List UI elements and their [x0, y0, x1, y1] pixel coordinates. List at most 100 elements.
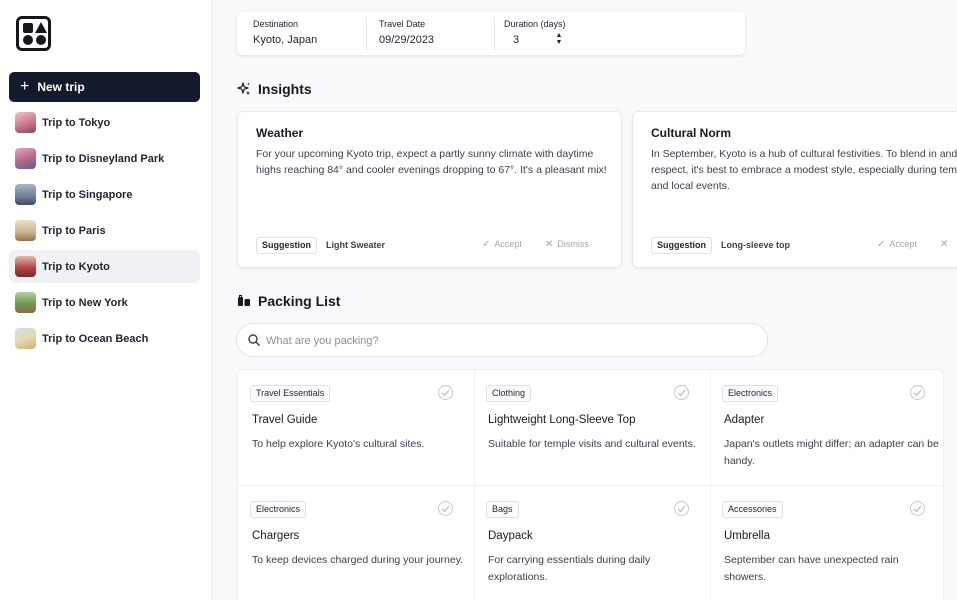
sidebar-item-label: Trip to Singapore	[42, 188, 133, 201]
packed-checkbox[interactable]	[674, 501, 689, 516]
travel-date-field[interactable]: Travel Date 09/29/2023	[366, 17, 494, 50]
sidebar-item-label: Trip to Disneyland Park	[42, 152, 165, 165]
check-icon: ✓	[877, 239, 886, 250]
item-description: To keep devices charged during your jour…	[252, 554, 464, 566]
travel-date-label: Travel Date	[379, 19, 426, 29]
trip-thumbnail	[15, 148, 36, 169]
suggestion-value: Long-sleeve top	[721, 240, 791, 250]
trip-thumbnail	[15, 184, 36, 205]
app-logo-icon[interactable]	[16, 16, 51, 51]
new-trip-label: New trip	[37, 80, 85, 94]
dismiss-button[interactable]: ✕ Dismiss	[545, 239, 589, 250]
packing-item: Electronics Adapter Japan's outlets migh…	[710, 370, 946, 486]
close-icon: ✕	[545, 239, 554, 250]
category-badge: Travel Essentials	[250, 385, 331, 402]
destination-field[interactable]: Destination Kyoto, Japan	[237, 12, 365, 55]
plus-icon: +	[20, 78, 30, 95]
trip-thumbnail	[15, 112, 36, 133]
suggestion-badge: Suggestion	[651, 237, 712, 254]
trip-thumbnail	[15, 220, 36, 241]
trip-thumbnail	[15, 328, 36, 349]
trip-filter-bar: Destination Kyoto, Japan Travel Date 09/…	[237, 12, 745, 55]
packed-checkbox[interactable]	[910, 385, 925, 400]
packing-list-title: Packing List	[258, 293, 341, 309]
sidebar: + New trip Trip to Tokyo Trip to Disneyl…	[0, 0, 212, 600]
insights-title: Insights	[258, 81, 312, 97]
packed-checkbox[interactable]	[438, 385, 453, 400]
packed-checkbox[interactable]	[674, 385, 689, 400]
trip-thumbnail	[15, 256, 36, 277]
packing-search-input[interactable]	[266, 332, 746, 350]
check-icon	[441, 505, 450, 513]
insight-title: Cultural Norm	[651, 126, 732, 140]
packing-grid: Travel Essentials Travel Guide To help e…	[237, 369, 946, 600]
packing-item: Travel Essentials Travel Guide To help e…	[238, 370, 474, 486]
search-icon	[248, 334, 260, 346]
accept-button[interactable]: ✓ Accept	[482, 239, 522, 250]
insight-body: In September, Kyoto is a hub of cultural…	[651, 148, 957, 192]
item-title: Adapter	[724, 414, 765, 426]
sparkles-icon	[237, 82, 250, 95]
packing-search	[236, 323, 768, 357]
check-icon	[441, 389, 450, 397]
travel-date-value: 09/29/2023	[379, 34, 435, 46]
packing-item: Clothing Lightweight Long-Sleeve Top Sui…	[474, 370, 710, 486]
insight-card-cultural-norm: Cultural Norm In September, Kyoto is a h…	[632, 111, 957, 268]
sidebar-item-paris[interactable]: Trip to Paris	[9, 214, 200, 247]
check-icon	[677, 505, 686, 513]
accept-label: Accept	[494, 239, 522, 249]
item-description: For carrying essentials during daily exp…	[488, 554, 651, 583]
item-description: September can have unexpected rain showe…	[724, 554, 899, 583]
dismiss-label: Dismiss	[557, 239, 589, 249]
suggestion-badge: Suggestion	[256, 237, 317, 254]
packed-checkbox[interactable]	[910, 501, 925, 516]
check-icon	[913, 505, 922, 513]
sidebar-item-label: Trip to Kyoto	[42, 260, 110, 273]
destination-value: Kyoto, Japan	[253, 34, 318, 46]
item-title: Umbrella	[724, 530, 771, 542]
sidebar-item-tokyo[interactable]: Trip to Tokyo	[9, 106, 200, 139]
item-title: Daypack	[488, 530, 533, 542]
insight-card-weather: Weather For your upcoming Kyoto trip, ex…	[237, 111, 622, 268]
accept-button[interactable]: ✓ Accept	[877, 239, 917, 250]
duration-value: 3	[513, 34, 520, 46]
item-description: Japan's outlets might differ; an adapter…	[724, 438, 939, 467]
close-icon: ✕	[940, 239, 949, 250]
category-badge: Clothing	[486, 385, 532, 402]
sidebar-item-kyoto[interactable]: Trip to Kyoto	[9, 250, 200, 283]
luggage-icon	[238, 295, 250, 306]
trip-list: Trip to Tokyo Trip to Disneyland Park Tr…	[9, 106, 200, 358]
packed-checkbox[interactable]	[438, 501, 453, 516]
category-badge: Accessories	[722, 501, 783, 518]
packing-list-heading: Packing List	[237, 293, 340, 309]
insights-heading: Insights	[237, 81, 312, 97]
dismiss-button[interactable]: ✕	[940, 239, 952, 250]
category-badge: Bags	[486, 501, 519, 518]
sidebar-item-ocean-beach[interactable]: Trip to Ocean Beach	[9, 322, 200, 355]
duration-label: Duration (days)	[504, 19, 566, 29]
packing-item: Electronics Chargers To keep devices cha…	[238, 486, 474, 600]
category-badge: Electronics	[722, 385, 779, 402]
sidebar-item-label: Trip to Ocean Beach	[42, 332, 149, 345]
category-badge: Electronics	[250, 501, 307, 518]
accept-label: Accept	[889, 239, 917, 249]
suggestion-value: Light Sweater	[326, 240, 386, 250]
sidebar-item-singapore[interactable]: Trip to Singapore	[9, 178, 200, 211]
sidebar-item-disneyland[interactable]: Trip to Disneyland Park	[9, 142, 200, 175]
destination-label: Destination	[253, 19, 299, 29]
trip-thumbnail	[15, 292, 36, 313]
packing-item: Bags Daypack For carrying essentials dur…	[474, 486, 710, 600]
sidebar-item-label: Trip to New York	[42, 296, 128, 309]
duration-stepper[interactable]: ▲ ▼	[555, 32, 563, 48]
sidebar-item-new-york[interactable]: Trip to New York	[9, 286, 200, 319]
duration-field[interactable]: Duration (days) 3 ▲ ▼	[494, 17, 604, 50]
packing-item: Accessories Umbrella September can have …	[710, 486, 946, 600]
item-title: Travel Guide	[252, 414, 318, 426]
insight-body: For your upcoming Kyoto trip, expect a p…	[256, 148, 607, 176]
item-title: Chargers	[252, 530, 300, 542]
sidebar-item-label: Trip to Tokyo	[42, 116, 111, 129]
new-trip-button[interactable]: + New trip	[9, 72, 200, 102]
item-description: Suitable for temple visits and cultural …	[488, 438, 696, 450]
item-title: Lightweight Long-Sleeve Top	[488, 414, 636, 426]
item-description: To help explore Kyoto's cultural sites.	[252, 438, 425, 450]
